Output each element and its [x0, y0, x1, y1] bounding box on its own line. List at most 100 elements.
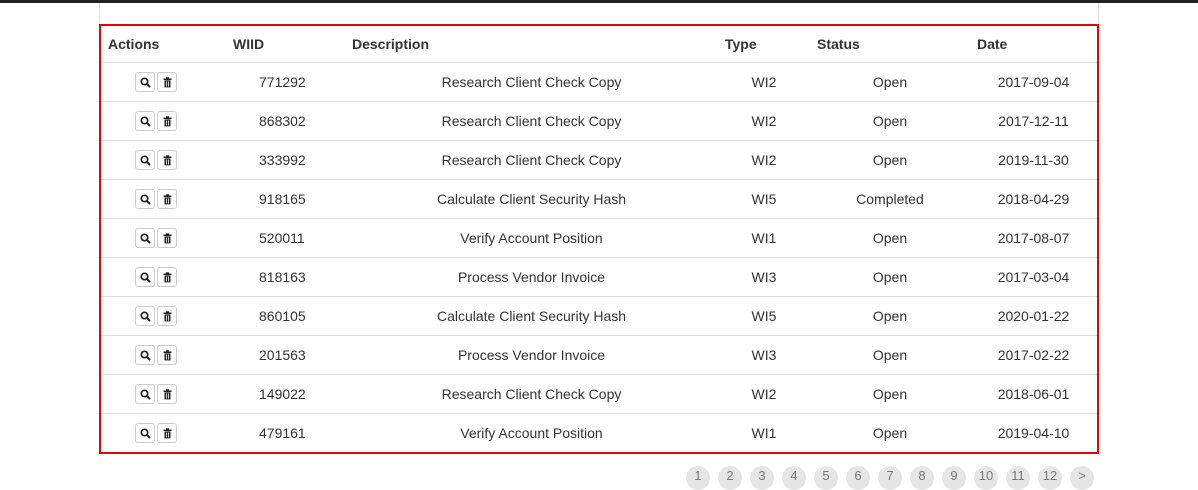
table-row: 868302 Research Client Check Copy WI2 Open 2…: [101, 101, 1097, 141]
table-body: 771292 Research Client Check Copy WI2 Open 2…: [101, 62, 1097, 453]
row-actions: [101, 296, 226, 336]
delete-button[interactable]: [157, 267, 177, 287]
page-button-9[interactable]: 9: [942, 466, 966, 490]
trash-icon: [163, 233, 172, 244]
header-description: Description: [345, 26, 718, 63]
delete-button[interactable]: [157, 72, 177, 92]
cell-status: Open: [810, 296, 970, 336]
delete-button[interactable]: [157, 423, 177, 443]
page-button-2[interactable]: 2: [718, 466, 742, 490]
row-actions: [101, 257, 226, 297]
cell-wiid: 201563: [226, 335, 345, 375]
page-button-6[interactable]: 6: [846, 466, 870, 490]
header-actions: Actions: [101, 26, 226, 63]
view-button[interactable]: [135, 306, 155, 326]
header-date: Date: [970, 26, 1097, 63]
search-icon: [140, 194, 151, 205]
view-button[interactable]: [135, 189, 155, 209]
search-icon: [140, 311, 151, 322]
cell-status: Open: [810, 62, 970, 102]
delete-button[interactable]: [157, 189, 177, 209]
cell-description: Research Client Check Copy: [345, 140, 718, 180]
cell-status: Open: [810, 335, 970, 375]
search-icon: [140, 233, 151, 244]
row-actions: [101, 414, 226, 453]
cell-type: WI2: [718, 374, 810, 414]
trash-icon: [163, 311, 172, 322]
cell-wiid: 771292: [226, 62, 345, 102]
page-button-12[interactable]: 12: [1038, 466, 1062, 490]
cell-date: 2020-01-22: [970, 296, 1097, 336]
cell-type: WI2: [718, 101, 810, 141]
cell-wiid: 333992: [226, 140, 345, 180]
view-button[interactable]: [135, 72, 155, 92]
cell-description: Process Vendor Invoice: [345, 335, 718, 375]
cell-wiid: 818163: [226, 257, 345, 297]
table-row: 479161 Verify Account Position WI1 Open 2019…: [101, 414, 1097, 453]
table-row: 520011 Verify Account Position WI1 Open 2017…: [101, 218, 1097, 258]
view-button[interactable]: [135, 345, 155, 365]
delete-button[interactable]: [157, 345, 177, 365]
page-button-5[interactable]: 5: [814, 466, 838, 490]
page-next-button[interactable]: >: [1070, 466, 1094, 490]
delete-button[interactable]: [157, 228, 177, 248]
cell-wiid: 520011: [226, 218, 345, 258]
cell-description: Verify Account Position: [460, 425, 603, 441]
cell-date: 2019-11-30: [970, 140, 1097, 180]
view-button[interactable]: [135, 150, 155, 170]
panel-frame: [99, 3, 1099, 23]
header-wiid: WIID: [226, 26, 345, 63]
table-row: 860105 Calculate Client Security Hash WI5 O…: [101, 296, 1097, 336]
page-button-1[interactable]: 1: [686, 466, 710, 490]
page-button-4[interactable]: 4: [782, 466, 806, 490]
cell-description: Calculate Client Security Hash: [345, 179, 718, 219]
view-button[interactable]: [135, 228, 155, 248]
cell-wiid: 868302: [226, 101, 345, 141]
cell-description: Research Client Check Copy: [345, 62, 718, 102]
cell-date: 2017-03-04: [970, 257, 1097, 297]
row-actions: [101, 62, 226, 102]
trash-icon: [163, 350, 172, 361]
cell-type: WI3: [718, 257, 810, 297]
cell-description: Verify Account Position: [345, 218, 718, 258]
cell-type: WI5: [718, 296, 810, 336]
search-icon: [140, 389, 151, 400]
table-row: 149022 Research Client Check Copy WI2 Open 2…: [101, 374, 1097, 414]
cell-description: Process Vendor Invoice: [345, 257, 718, 297]
search-icon: [140, 155, 151, 166]
delete-button[interactable]: [157, 306, 177, 326]
cell-status: Completed: [810, 179, 970, 219]
page-button-10[interactable]: 10: [974, 466, 998, 490]
page-button-8[interactable]: 8: [910, 466, 934, 490]
cell-description: Research Client Check Copy: [345, 101, 718, 141]
trash-icon: [163, 272, 172, 283]
table-row: 818163 Process Vendor Invoice WI3 Open 2017-…: [101, 257, 1097, 297]
view-button[interactable]: [135, 384, 155, 404]
trash-icon: [163, 155, 172, 166]
view-button[interactable]: [135, 267, 155, 287]
view-button[interactable]: [135, 423, 155, 443]
row-actions: [101, 101, 226, 141]
trash-icon: [163, 428, 172, 439]
table-row: 201563 Process Vendor Invoice WI3 Open 2017-…: [101, 335, 1097, 375]
cell-status: Open: [810, 140, 970, 180]
pagination: 1 2 3 4 5 6 7 8 9 10 11 12 >: [686, 466, 1094, 490]
trash-icon: [163, 389, 172, 400]
search-icon: [140, 116, 151, 127]
trash-icon: [163, 116, 172, 127]
page-button-3[interactable]: 3: [750, 466, 774, 490]
cell-date: 2017-12-11: [970, 101, 1097, 141]
trash-icon: [163, 194, 172, 205]
delete-button[interactable]: [157, 150, 177, 170]
delete-button[interactable]: [157, 111, 177, 131]
row-actions: [101, 335, 226, 375]
search-icon: [140, 428, 151, 439]
cell-wiid: 149022: [226, 374, 345, 414]
delete-button[interactable]: [157, 384, 177, 404]
search-icon: [140, 272, 151, 283]
cell-type: WI3: [718, 335, 810, 375]
cell-wiid: 918165: [226, 179, 345, 219]
page-button-7[interactable]: 7: [878, 466, 902, 490]
view-button[interactable]: [135, 111, 155, 131]
page-button-11[interactable]: 11: [1006, 466, 1030, 490]
